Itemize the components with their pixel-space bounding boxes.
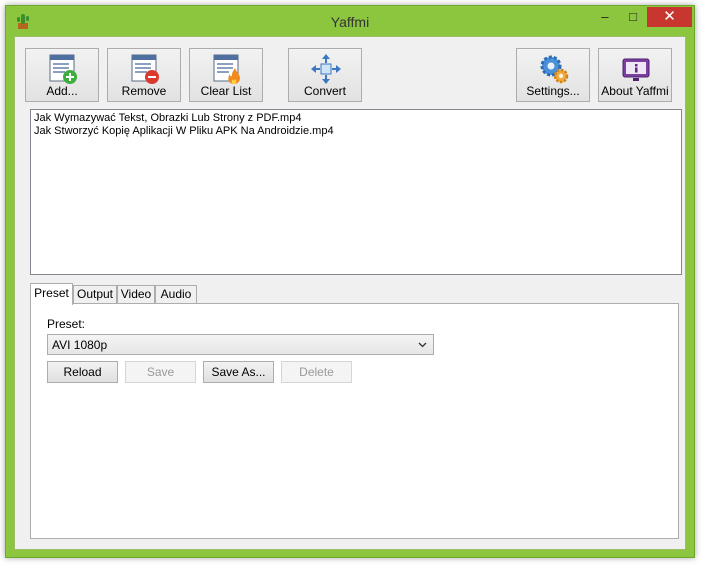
convert-button[interactable]: Convert <box>288 48 362 102</box>
delete-button[interactable]: Delete <box>281 361 352 383</box>
tab-output[interactable]: Output <box>73 285 117 303</box>
tab-video[interactable]: Video <box>117 285 155 303</box>
minimize-button[interactable]: – <box>591 7 619 27</box>
convert-icon <box>311 54 341 84</box>
remove-button-label: Remove <box>121 84 167 98</box>
remove-list-icon <box>131 54 159 84</box>
remove-button[interactable]: Remove <box>107 48 181 102</box>
tab-audio[interactable]: Audio <box>155 285 197 303</box>
add-button[interactable]: Add... <box>25 48 99 102</box>
settings-button-label: Settings... <box>526 84 580 98</box>
close-button[interactable]: ✕ <box>647 7 692 27</box>
about-button[interactable]: About Yaffmi <box>598 48 672 102</box>
settings-button[interactable]: Settings... <box>516 48 590 102</box>
preset-dropdown[interactable]: AVI 1080p <box>47 334 434 355</box>
main-panel: Add... Remove Clear List Convert Setting… <box>14 36 686 550</box>
list-item[interactable]: Jak Stworzyć Kopię Aplikacji W Pliku APK… <box>34 125 678 138</box>
maximize-button[interactable]: □ <box>619 7 647 27</box>
preset-selected-value: AVI 1080p <box>52 338 108 352</box>
preset-label: Preset: <box>47 317 86 331</box>
clear-list-button[interactable]: Clear List <box>189 48 263 102</box>
info-icon <box>622 58 650 81</box>
app-window: Yaffmi – □ ✕ Add... Remove Clear List Co… <box>5 5 695 558</box>
about-button-label: About Yaffmi <box>601 84 669 98</box>
convert-button-label: Convert <box>303 84 347 98</box>
add-list-icon <box>49 54 77 84</box>
add-button-label: Add... <box>46 84 78 98</box>
title-bar[interactable]: Yaffmi – □ ✕ <box>6 6 694 36</box>
preset-tab-panel: Preset: AVI 1080p Reload Save Save As...… <box>30 303 679 539</box>
clear-list-icon <box>213 54 240 84</box>
file-list[interactable]: Jak Wymazywać Tekst, Obrazki Lub Strony … <box>30 109 682 275</box>
reload-button[interactable]: Reload <box>47 361 118 383</box>
list-item[interactable]: Jak Wymazywać Tekst, Obrazki Lub Strony … <box>34 112 678 125</box>
tab-preset[interactable]: Preset <box>30 283 73 305</box>
chevron-down-icon <box>418 342 427 348</box>
settings-gears-icon <box>540 55 569 84</box>
save-as-button[interactable]: Save As... <box>203 361 274 383</box>
save-button[interactable]: Save <box>125 361 196 383</box>
clear-list-button-label: Clear List <box>200 84 252 98</box>
